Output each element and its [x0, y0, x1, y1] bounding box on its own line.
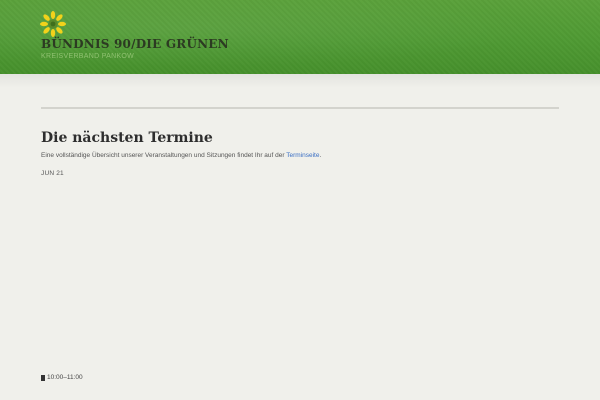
clock-icon: [41, 374, 45, 381]
site-title[interactable]: BÜNDNIS 90/DIE GRÜNEN: [41, 37, 229, 51]
event-time-text: 10:00–11:00: [47, 374, 83, 381]
intro-text-end: .: [319, 152, 322, 159]
content-divider: [41, 107, 559, 109]
sunflower-icon[interactable]: [40, 11, 66, 37]
site-subtitle: KREISVERBAND PANKOW: [41, 53, 135, 60]
site-header: BÜNDNIS 90/DIE GRÜNEN KREISVERBAND PANKO…: [0, 0, 600, 74]
section-title: Die nächsten Termine: [41, 130, 213, 146]
event-time: 10:00–11:00: [41, 374, 83, 381]
intro-text: Eine vollständige Übersicht unserer Vera…: [41, 152, 321, 159]
intro-text-body: Eine vollständige Übersicht unserer Vera…: [41, 152, 287, 159]
header-shadow: [0, 74, 600, 88]
event-date: JUN 21: [41, 170, 64, 177]
terminseite-link[interactable]: Terminseite: [286, 152, 319, 159]
